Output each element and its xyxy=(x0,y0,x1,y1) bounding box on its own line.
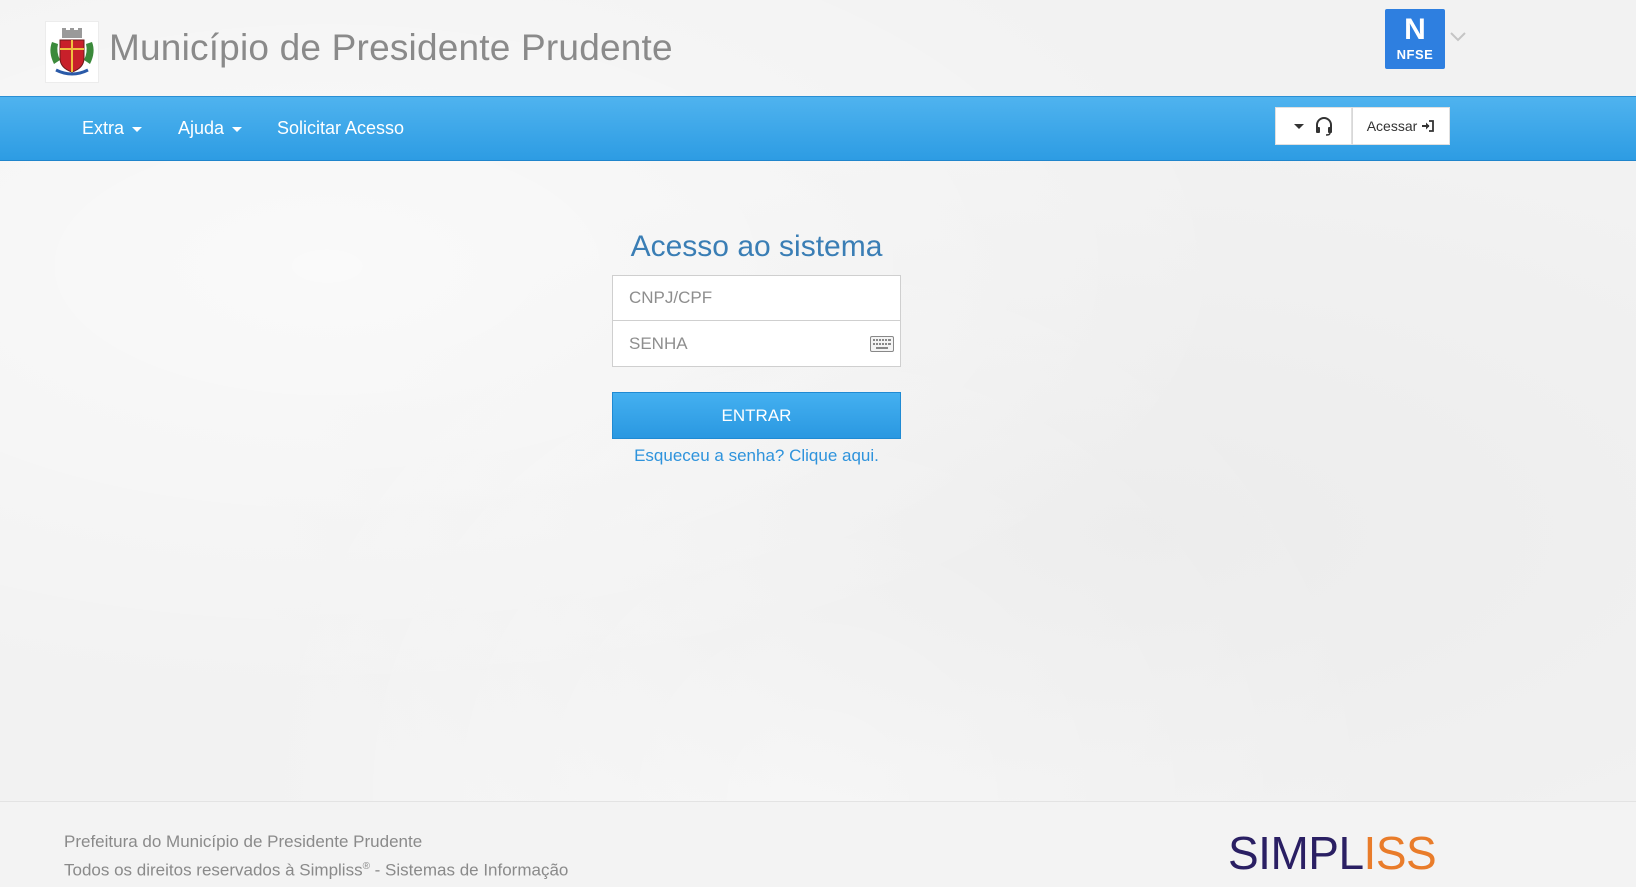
forgot-password-link[interactable]: Esqueceu a senha? Clique aqui. xyxy=(612,446,901,466)
nfse-logo[interactable]: N NFSE xyxy=(1385,9,1445,69)
footer-line-2: Todos os direitos reservados à Simpliss®… xyxy=(64,860,569,880)
footer-line-1: Prefeitura do Município de Presidente Pr… xyxy=(64,832,423,851)
cnpj-cpf-input[interactable] xyxy=(613,276,900,320)
entrar-button[interactable]: ENTRAR xyxy=(612,392,901,439)
nav-item-ajuda[interactable]: Ajuda xyxy=(178,97,243,160)
acessar-button[interactable]: Acessar xyxy=(1352,107,1450,145)
caret-down-icon xyxy=(1293,123,1304,129)
header: Município de Presidente Prudente N NFSE xyxy=(0,0,1636,96)
nfse-logo-letter: N xyxy=(1404,13,1426,46)
login-form: Acesso ao sistema ENTRAR Esqueceu a senh… xyxy=(612,225,901,466)
caret-down-icon xyxy=(232,126,243,132)
password-field-wrapper xyxy=(612,321,901,367)
municipality-coat-of-arms-logo xyxy=(45,21,99,83)
acessar-label: Acessar xyxy=(1366,118,1418,134)
sign-in-icon xyxy=(1422,120,1435,132)
headset-icon xyxy=(1315,117,1332,136)
username-field-wrapper xyxy=(612,275,901,321)
simpliss-logo[interactable]: SIMPLISS xyxy=(1228,827,1437,879)
page-title: Município de Presidente Prudente xyxy=(109,27,673,68)
nav-item-label: Extra xyxy=(82,118,125,138)
password-input[interactable] xyxy=(613,321,900,366)
footer-text: Prefeitura do Município de Presidente Pr… xyxy=(64,829,568,883)
caret-down-icon xyxy=(132,126,143,132)
virtual-keyboard-icon[interactable] xyxy=(870,336,894,352)
chevron-down-icon[interactable] xyxy=(1449,30,1467,44)
nav-right-group: Acessar xyxy=(1275,107,1450,145)
login-title: Acesso ao sistema xyxy=(630,230,883,263)
support-dropdown-button[interactable] xyxy=(1275,107,1352,145)
nfse-logo-text: NFSE xyxy=(1396,47,1434,62)
nav-item-label: Solicitar Acesso xyxy=(277,118,405,138)
nav-item-label: Ajuda xyxy=(178,118,225,138)
nav-item-solicitar-acesso[interactable]: Solicitar Acesso xyxy=(277,97,404,160)
simpliss-logo-part-1: SIMPL xyxy=(1228,827,1364,879)
nav-item-extra[interactable]: Extra xyxy=(82,97,143,160)
footer: Prefeitura do Município de Presidente Pr… xyxy=(0,801,1636,887)
main-navbar: Extra Ajuda Solicitar Acesso Acessar xyxy=(0,96,1636,161)
simpliss-logo-part-2: ISS xyxy=(1363,827,1437,879)
